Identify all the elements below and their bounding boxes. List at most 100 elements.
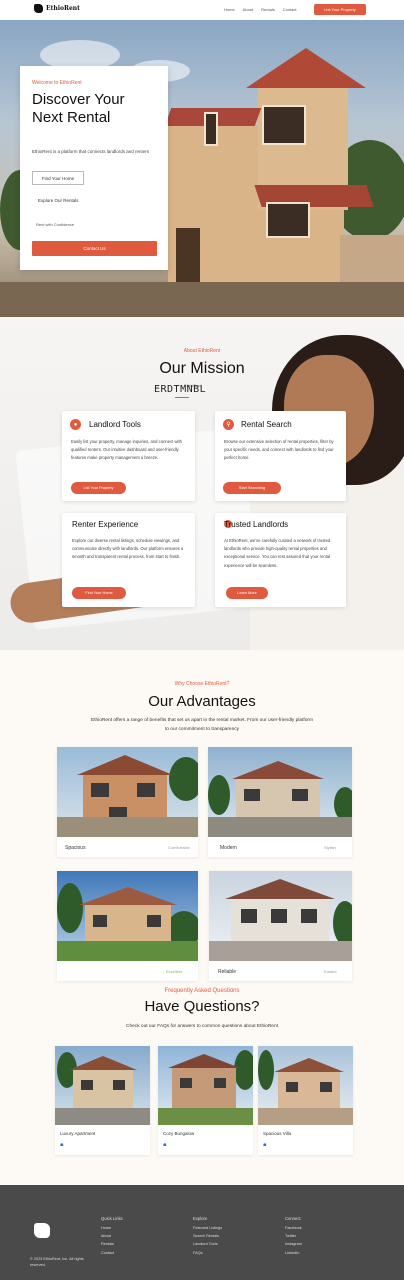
footer-link-instagram[interactable]: Instagram	[285, 1242, 302, 1246]
footer-logo-icon[interactable]	[34, 1223, 50, 1238]
card-description: Easily list your property, manage inquir…	[71, 439, 182, 461]
advantages-section: Why Choose EthioRent? Our Advantages Eth…	[0, 650, 404, 1185]
footer: © 2023 EthioRent, Inc. All rights reserv…	[0, 1185, 404, 1280]
mission-overlay-sub: EthioRent	[184, 383, 202, 388]
faq-description: Check out our FAQs for answers to common…	[126, 1024, 278, 1029]
footer-link[interactable]: Rentals	[101, 1242, 123, 1246]
tile-tag: Comfortable	[168, 845, 190, 850]
brand-name: EthioRent	[46, 5, 80, 12]
faq-kicker: Frequently Asked Questions	[164, 988, 240, 994]
advantages-kicker: Why Choose EthioRent?	[174, 681, 230, 687]
advantages-title: Our Advantages	[148, 693, 256, 710]
find-home-card-button[interactable]: Find Your Home	[72, 587, 126, 599]
person-icon: ●	[70, 419, 81, 430]
top-nav: EthioRent Home About Rentals Contact Lis…	[0, 0, 404, 20]
nav-link-home[interactable]: Home	[224, 7, 235, 12]
advantage-tile-reliable[interactable]: Reliable Trusted	[209, 871, 352, 981]
listing-card[interactable]: Luxury Apartment ☗	[55, 1046, 150, 1155]
listing-name: Luxury Apartment	[60, 1131, 96, 1136]
footer-link[interactable]: Landlord Tools	[193, 1242, 222, 1246]
card-title: Trusted Landlords	[224, 520, 289, 529]
card-title: Landlord Tools	[89, 420, 141, 429]
footer-heading: Quick Links	[101, 1216, 123, 1221]
card-description: Browse our extensive selection of rental…	[224, 439, 334, 461]
card-landlord-tools: ● Landlord Tools Easily list your proper…	[62, 411, 195, 501]
listing-card[interactable]: Spacious Villa ☗	[258, 1046, 353, 1155]
mission-section: About EthioRent Our Mission ERDTMNBL Eth…	[0, 317, 404, 650]
footer-link[interactable]: Featured Listings	[193, 1226, 222, 1230]
hero-card: Welcome to EthioRent Discover Your Next …	[20, 66, 168, 270]
nav-link-contact[interactable]: Contact	[283, 7, 297, 12]
hero-ground	[0, 282, 404, 317]
search-icon: ⚲	[223, 419, 234, 430]
list-property-button[interactable]: List Your Property	[314, 4, 366, 15]
card-description: At EthioRent, we've carefully curated a …	[224, 538, 331, 568]
contact-us-button[interactable]: Contact Us	[32, 241, 157, 256]
hero-section: Welcome to EthioRent Discover Your Next …	[0, 20, 404, 317]
logo-icon	[34, 4, 43, 13]
card-title: Rental Search	[241, 420, 292, 429]
footer-copyright: © 2023 EthioRent, Inc. All rights reserv…	[30, 1257, 84, 1267]
footer-link-linkedin[interactable]: LinkedIn	[285, 1251, 302, 1255]
footer-link-facebook[interactable]: Facebook	[285, 1226, 302, 1230]
footer-link[interactable]: FAQs	[193, 1251, 222, 1255]
mission-divider	[175, 397, 189, 398]
hero-wall	[340, 235, 404, 285]
card-renter-experience: Renter Experience Explore our diverse re…	[62, 513, 195, 607]
listing-name: Cozy Bungalow	[163, 1131, 195, 1136]
explore-rentals-link[interactable]: Explore Our Rentals	[38, 198, 79, 203]
tile-label: Spacious	[65, 845, 86, 851]
nav-links: Home About Rentals Contact	[224, 7, 296, 12]
nav-link-rentals[interactable]: Rentals	[261, 7, 275, 12]
mission-kicker: About EthioRent	[183, 348, 221, 354]
footer-column-connect: Connect Facebook Twitter Instagram Linke…	[285, 1216, 302, 1259]
footer-heading: Connect	[285, 1216, 301, 1221]
footer-link[interactable]: About	[101, 1234, 123, 1238]
house-image	[57, 747, 198, 837]
footer-link[interactable]: Search Rentals	[193, 1234, 222, 1238]
footer-link-twitter[interactable]: Twitter	[285, 1234, 302, 1238]
card-title: Renter Experience	[72, 520, 139, 529]
hero-title: Discover Your Next Rental	[32, 91, 125, 126]
tile-label: Modern	[220, 845, 237, 851]
footer-link[interactable]: Home	[101, 1226, 123, 1230]
find-home-button[interactable]: Find Your Home	[32, 171, 84, 185]
tile-label: Reliable	[218, 969, 237, 975]
rent-confidence-text: Rent with Confidence	[36, 222, 75, 227]
house-image	[209, 871, 352, 961]
list-property-card-button[interactable]: List Your Property	[71, 482, 126, 494]
house-image	[258, 1046, 353, 1125]
nav-link-about[interactable]: About	[243, 7, 253, 12]
faq-title: Have Questions?	[144, 998, 260, 1015]
hero-window	[262, 105, 306, 145]
hero-window	[204, 112, 218, 146]
advantage-tile-modern[interactable]: Modern Stylish	[208, 747, 352, 857]
hero-roof	[246, 48, 366, 88]
advantage-tile-spacious[interactable]: Spacious Comfortable	[57, 747, 198, 857]
location-pin-icon: ☗	[263, 1142, 267, 1147]
tile-tag: Excellent	[166, 969, 183, 974]
location-pin-icon: ☗	[163, 1142, 167, 1147]
house-image	[208, 747, 352, 837]
start-searching-button[interactable]: Start Searching	[223, 482, 281, 494]
footer-link[interactable]: Contact	[101, 1251, 123, 1255]
advantages-description: EthioRent offers a range of benefits tha…	[90, 718, 313, 732]
card-description: Explore our diverse rental listings, sch…	[72, 538, 184, 560]
house-image	[55, 1046, 150, 1125]
footer-heading: Explore	[193, 1216, 208, 1221]
mission-title: Our Mission	[159, 360, 245, 377]
brand-logo[interactable]: EthioRent	[34, 4, 80, 13]
tile-tag: Trusted	[323, 969, 337, 974]
listing-name: Spacious Villa	[263, 1131, 292, 1136]
card-rental-search: ⚲ Rental Search Browse our extensive sel…	[215, 411, 346, 501]
hero-kicker: Welcome to EthioRent	[32, 80, 82, 86]
card-trusted-landlords: Trusted Landlords At EthioRent, we've ca…	[215, 513, 346, 607]
house-image	[57, 871, 198, 961]
learn-more-button[interactable]: Learn More	[226, 587, 268, 599]
footer-column-explore: Explore Featured Listings Search Rentals…	[193, 1216, 222, 1259]
house-image	[158, 1046, 253, 1125]
hero-window	[266, 202, 310, 238]
listing-card[interactable]: Cozy Bungalow ☗	[158, 1046, 253, 1155]
advantage-tile-excellent[interactable]: Excellent	[57, 871, 198, 981]
location-pin-icon: ☗	[60, 1142, 64, 1147]
